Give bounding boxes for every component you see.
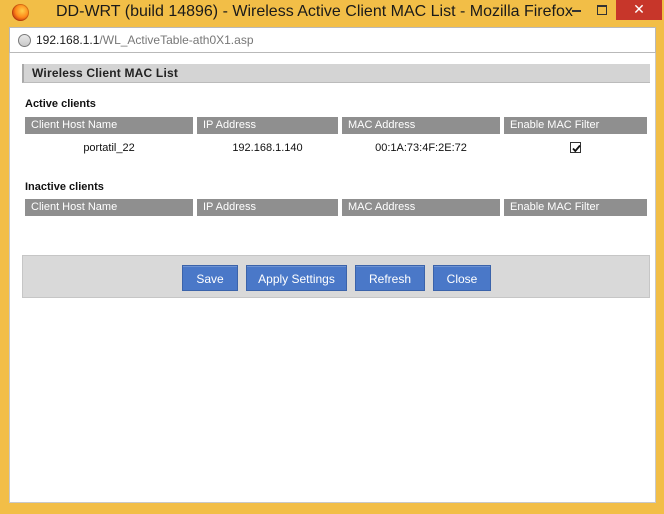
address-bar[interactable]: 192.168.1.1/WL_ActiveTable-ath0X1.asp	[9, 27, 656, 53]
client-host-name: portatil_22	[83, 142, 135, 154]
refresh-button[interactable]: Refresh	[355, 265, 425, 291]
client-ip-address: 192.168.1.140	[232, 142, 303, 154]
inactive-col-filter: Enable MAC Filter	[504, 199, 647, 216]
active-col-filter: Enable MAC Filter	[504, 117, 647, 134]
globe-icon	[18, 34, 31, 47]
client-mac-address: 00:1A:73:4F:2E:72	[375, 142, 467, 154]
minimize-button[interactable]	[563, 0, 589, 20]
close-button[interactable]: Close	[433, 265, 491, 291]
firefox-icon	[12, 4, 29, 21]
url-path: /WL_ActiveTable-ath0X1.asp	[99, 33, 254, 47]
active-clients-title: Active clients	[25, 98, 96, 110]
page-content: Wireless Client MAC List Active clients …	[9, 53, 656, 503]
page-header: Wireless Client MAC List	[22, 64, 650, 83]
title-bar[interactable]: DD-WRT (build 14896) - Wireless Active C…	[0, 0, 664, 26]
inactive-col-mac: MAC Address	[342, 199, 500, 216]
close-window-button[interactable]: ✕	[616, 0, 662, 20]
minimize-icon	[571, 10, 581, 12]
maximize-button[interactable]	[589, 0, 615, 20]
window-title: DD-WRT (build 14896) - Wireless Active C…	[56, 3, 573, 20]
active-col-ip: IP Address	[197, 117, 338, 134]
checkmark-icon	[572, 144, 581, 153]
enable-mac-filter-checkbox[interactable]	[570, 142, 581, 153]
url-text[interactable]: 192.168.1.1/WL_ActiveTable-ath0X1.asp	[36, 33, 254, 47]
active-col-mac: MAC Address	[342, 117, 500, 134]
browser-window: DD-WRT (build 14896) - Wireless Active C…	[0, 0, 664, 514]
page-title: Wireless Client MAC List	[32, 66, 179, 80]
active-col-host: Client Host Name	[25, 117, 193, 134]
maximize-icon	[597, 5, 607, 15]
url-host: 192.168.1.1	[36, 33, 100, 47]
inactive-col-ip: IP Address	[197, 199, 338, 216]
close-icon: ✕	[633, 1, 645, 17]
window-bottom-border	[0, 503, 664, 514]
apply-settings-button[interactable]: Apply Settings	[246, 265, 347, 291]
save-button[interactable]: Save	[182, 265, 238, 291]
inactive-col-host: Client Host Name	[25, 199, 193, 216]
button-panel: Save Apply Settings Refresh Close	[22, 255, 650, 298]
inactive-clients-title: Inactive clients	[25, 181, 104, 193]
